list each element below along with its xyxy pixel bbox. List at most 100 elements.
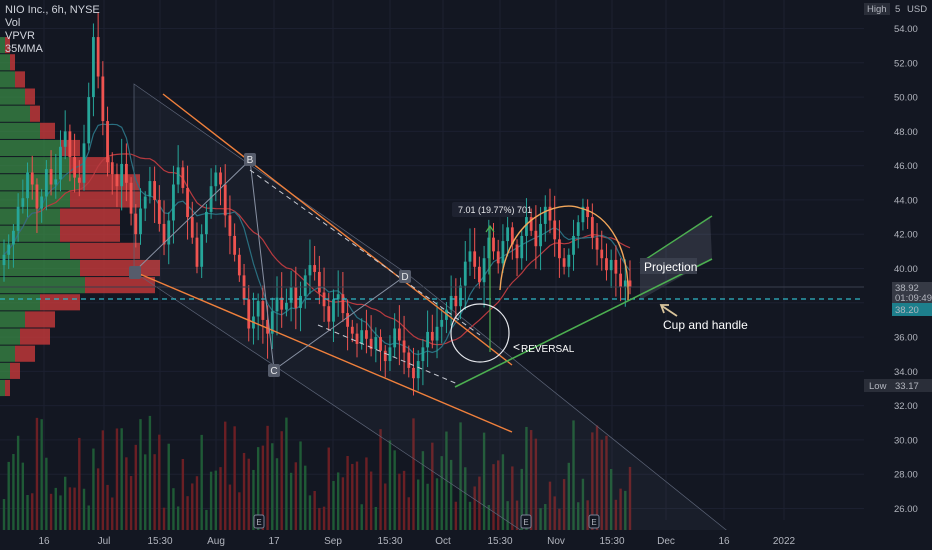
volume-bar	[233, 426, 236, 530]
vpvr-bar-up	[0, 208, 60, 225]
volume-bar	[365, 457, 368, 530]
vpvr-bar-down	[25, 88, 35, 105]
candle-body	[139, 208, 142, 235]
vpvr-bar-up	[0, 328, 20, 345]
volume-bar	[393, 450, 396, 530]
point-label-text: D	[401, 272, 408, 283]
volume-bar	[195, 476, 199, 530]
candle-body	[275, 297, 279, 312]
candle-body	[120, 163, 124, 187]
candle-body	[426, 331, 430, 348]
volume-bar	[40, 419, 43, 530]
price-tick-label: 50.00	[894, 93, 918, 104]
volume-bar	[200, 434, 203, 530]
candle-body	[515, 244, 519, 259]
volume-bar	[59, 495, 62, 530]
candle-body	[421, 347, 425, 362]
vpvr-bar-up	[0, 54, 10, 71]
volume-bar	[247, 458, 250, 530]
price-tick-label: 28.00	[894, 470, 918, 481]
vpvr-bar-up	[0, 122, 40, 139]
point-label-text: C	[270, 366, 277, 377]
volume-bar	[31, 493, 34, 530]
volume-bar	[304, 465, 307, 530]
candle-body	[473, 251, 477, 267]
earnings-marker-text: E	[591, 518, 596, 527]
price-chart[interactable]: B C D 7.01 (19.77%) 701 < REVERSAL Projection C…	[0, 0, 932, 550]
earnings-marker: E	[253, 514, 265, 529]
candle-body	[317, 271, 321, 293]
candle-body	[463, 261, 467, 286]
time-axis[interactable]: 16 Jul 15:30 Aug 17 Sep 15:30 Oct 15:30 Nov 15:30 D…	[0, 530, 864, 550]
candle-body	[397, 328, 401, 341]
candle-body	[341, 294, 345, 314]
candle-body	[468, 251, 472, 262]
candle-body	[294, 287, 298, 308]
candle-body	[148, 181, 152, 197]
vpvr-bar-up	[0, 259, 80, 277]
reversal-arrow: <	[513, 340, 520, 354]
candle-body	[247, 299, 251, 329]
vpvr-bar-up	[0, 242, 70, 259]
price-tick-label: 44.00	[894, 195, 918, 206]
time-tick-label: 16	[38, 536, 50, 547]
symbol-title[interactable]: NIO Inc., 6h, NYSE	[5, 4, 100, 17]
candle-body	[153, 181, 157, 200]
volume-bar	[63, 476, 67, 530]
candle-body	[106, 121, 109, 163]
vpvr-bar-down	[15, 71, 25, 88]
volume-bar	[294, 462, 298, 530]
time-tick-label: 2022	[773, 536, 796, 547]
vpvr-bar-down	[60, 225, 120, 242]
vpvr-bar-down	[70, 242, 140, 259]
volume-bar	[144, 454, 147, 530]
vpvr-bar-up	[0, 379, 5, 397]
candle-body	[562, 258, 566, 267]
volume-bar	[153, 454, 156, 530]
candle-body	[346, 313, 349, 327]
candle-body	[350, 326, 354, 334]
candle-body	[327, 306, 331, 322]
volume-bar	[54, 487, 57, 530]
volume-bar	[266, 425, 269, 530]
price-tick-label: 26.00	[894, 504, 918, 515]
candle-body	[261, 301, 265, 320]
volume-bar	[318, 507, 321, 530]
vpvr-bar-up	[0, 71, 15, 88]
candle-body	[496, 251, 500, 264]
volume-bar	[16, 435, 20, 530]
price-tick-label: 42.00	[894, 230, 918, 241]
volume-bar	[299, 441, 302, 530]
volume-bar	[289, 472, 293, 530]
candle-body	[26, 172, 29, 199]
vpvr-bar-down	[70, 191, 140, 208]
candle-body	[586, 206, 590, 218]
volume-bar	[111, 497, 114, 530]
high-tag-text: High	[867, 4, 887, 15]
indicator-ma[interactable]: 35MMA	[5, 43, 100, 56]
candle-body	[628, 280, 632, 288]
indicator-vol[interactable]: Vol	[5, 17, 100, 30]
price-axis[interactable]: 26.0028.0030.0032.0034.0036.0038.0040.00…	[864, 0, 932, 550]
volume-bar	[384, 483, 387, 530]
volume-bar	[407, 497, 410, 530]
vpvr-bar-up	[0, 174, 80, 191]
volume-bar	[238, 492, 241, 530]
vpvr-bar-down	[5, 379, 10, 397]
candle-body	[21, 198, 25, 207]
candle-body	[374, 337, 378, 350]
candle-body	[54, 179, 58, 185]
volume-bar	[186, 496, 189, 530]
price-tick-label: 40.00	[894, 264, 918, 275]
indicator-vpvr[interactable]: VPVR	[5, 30, 100, 43]
volume-bar	[101, 430, 105, 530]
candle-body	[289, 287, 293, 303]
candle-body	[256, 301, 260, 317]
earnings-marker-text: E	[523, 518, 528, 527]
candle-body	[59, 146, 62, 180]
currency-label: USD	[907, 4, 927, 15]
candle-body	[402, 340, 406, 353]
volume-bar	[369, 471, 373, 530]
candle-body	[101, 76, 105, 122]
candle-body	[477, 266, 481, 283]
